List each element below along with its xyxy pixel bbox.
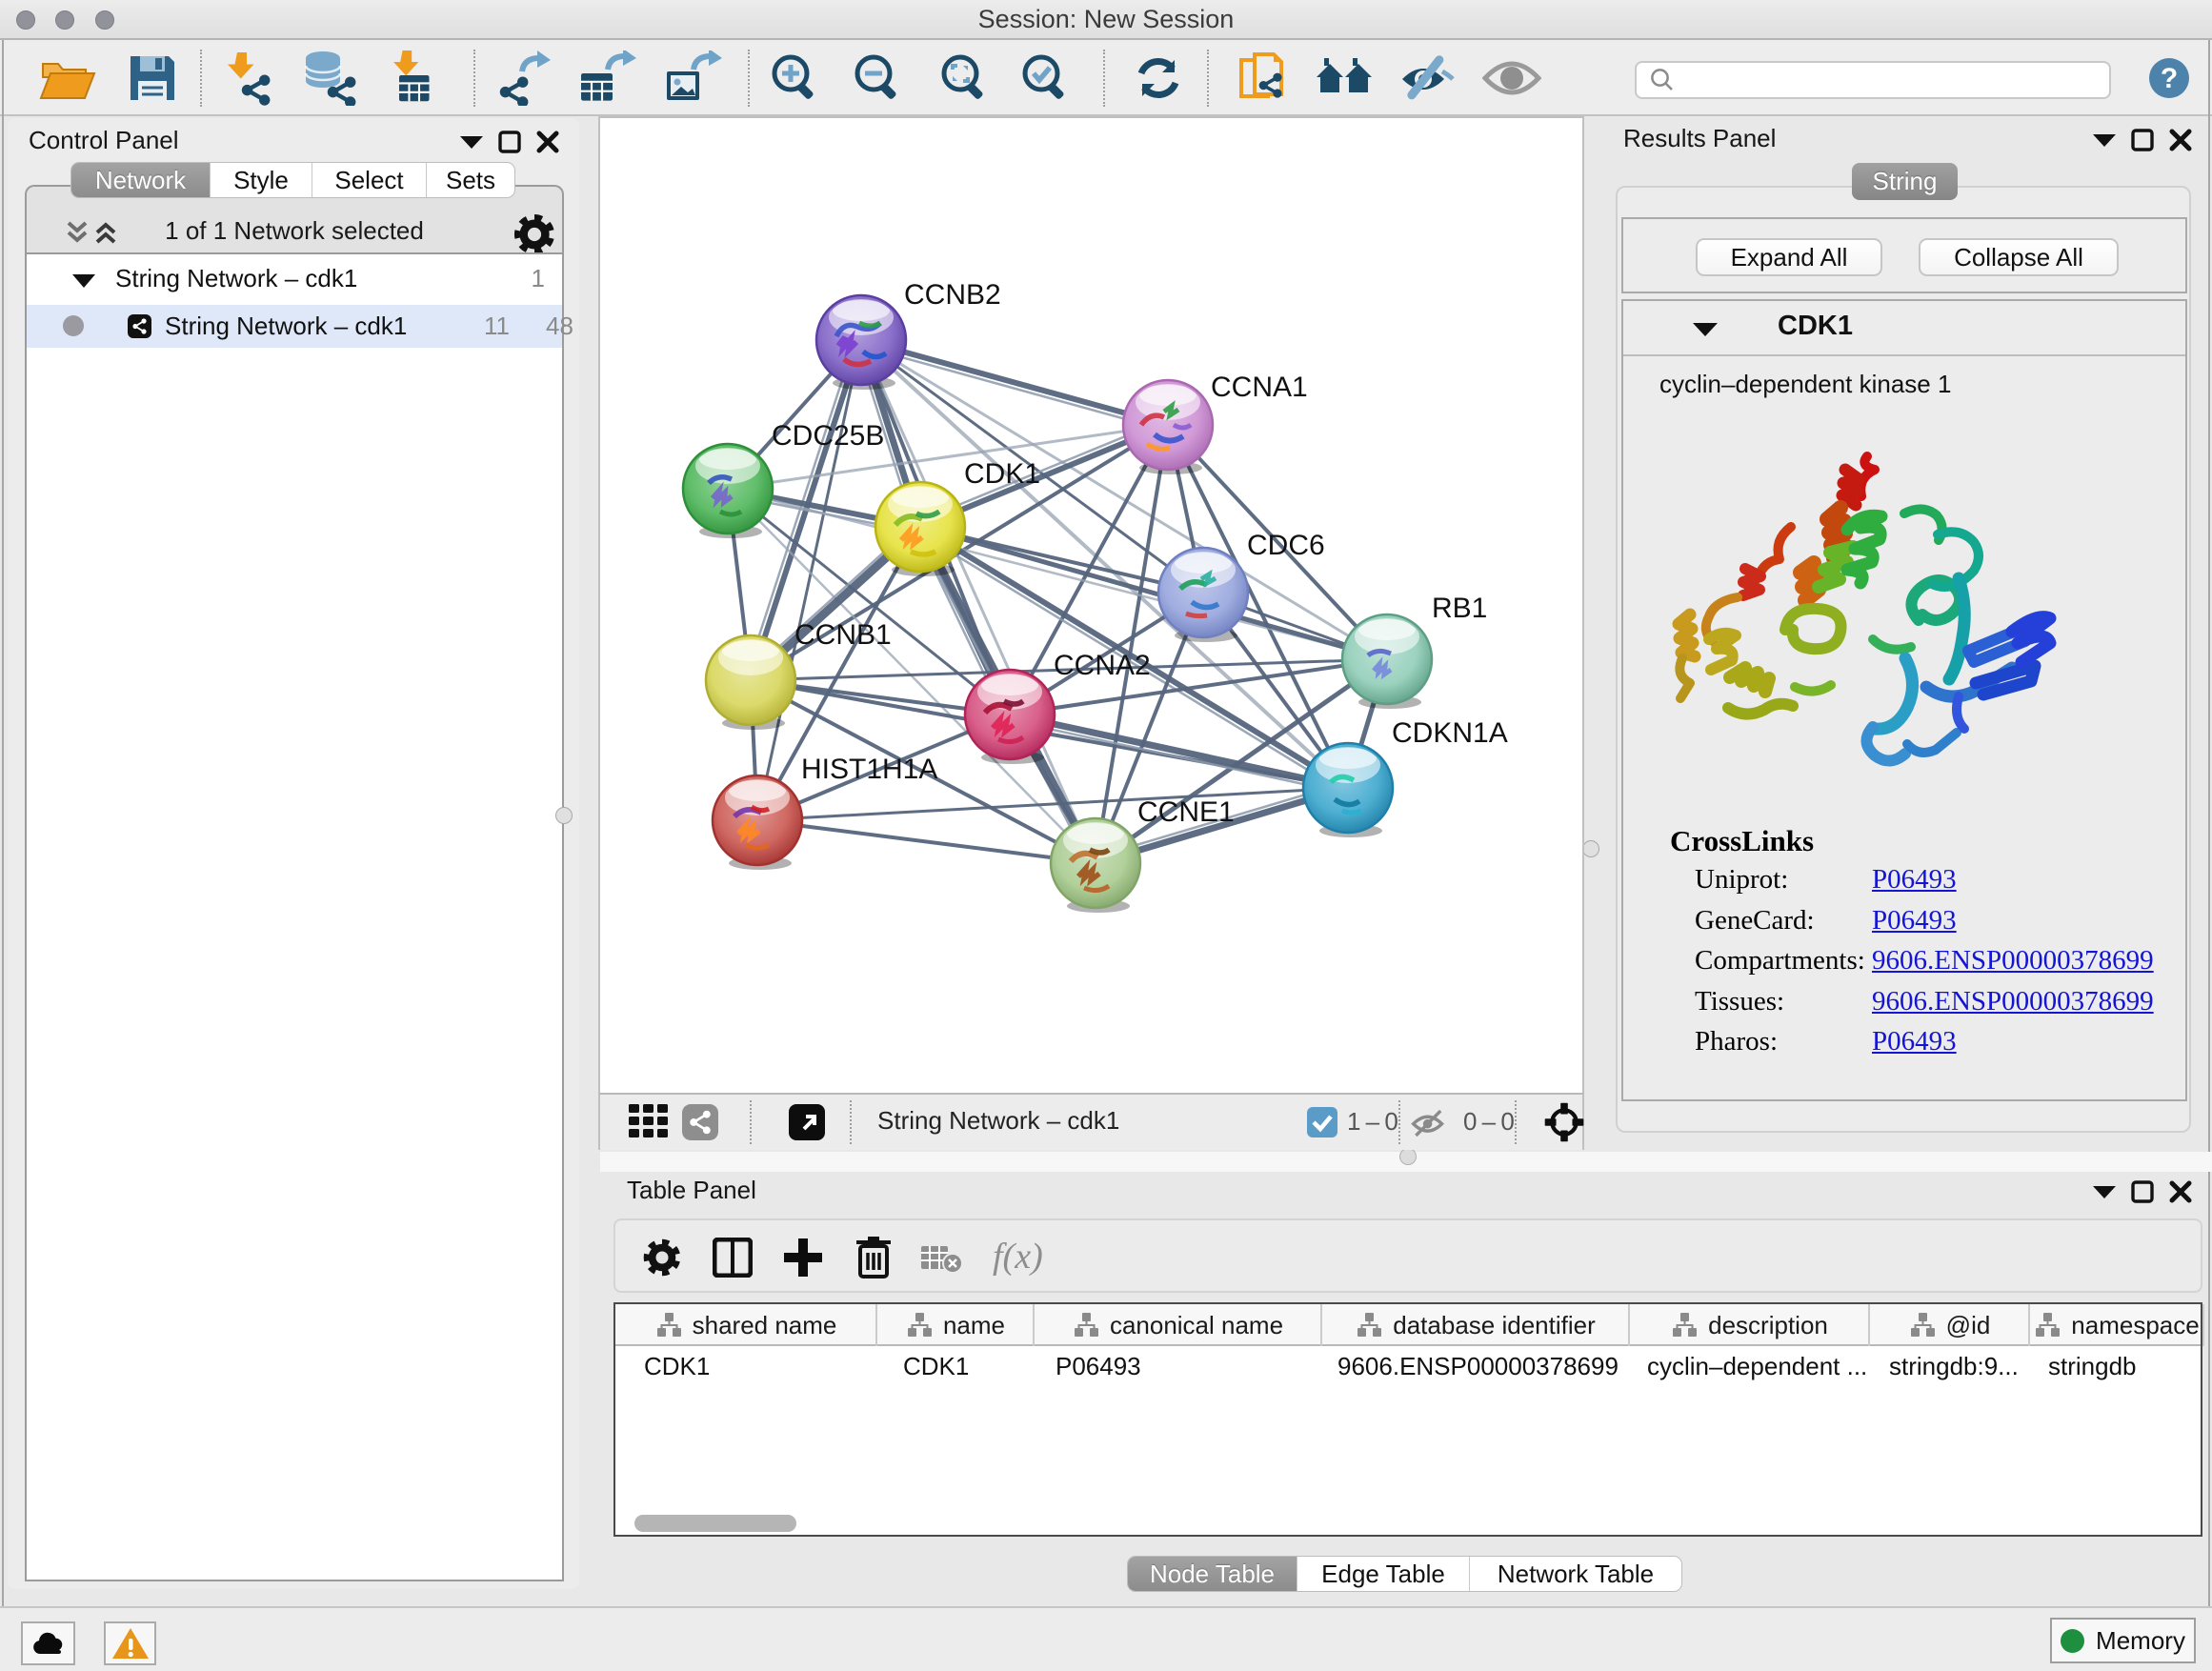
svg-text:CCNE1: CCNE1 bbox=[1137, 796, 1235, 828]
svg-text:HIST1H1A: HIST1H1A bbox=[801, 754, 937, 785]
svg-text:CDC25B: CDC25B bbox=[772, 420, 884, 452]
svg-text:CDK1: CDK1 bbox=[964, 458, 1040, 490]
svg-text:CCNA2: CCNA2 bbox=[1054, 650, 1151, 681]
svg-text:RB1: RB1 bbox=[1432, 593, 1487, 624]
svg-text:CCNB1: CCNB1 bbox=[794, 619, 892, 651]
svg-text:?: ? bbox=[2161, 63, 2178, 94]
svg-text:CCNA1: CCNA1 bbox=[1211, 372, 1308, 403]
svg-text:CDKN1A: CDKN1A bbox=[1392, 717, 1508, 749]
svg-text:CDC6: CDC6 bbox=[1247, 530, 1325, 561]
svg-text:CCNB2: CCNB2 bbox=[904, 279, 1001, 311]
